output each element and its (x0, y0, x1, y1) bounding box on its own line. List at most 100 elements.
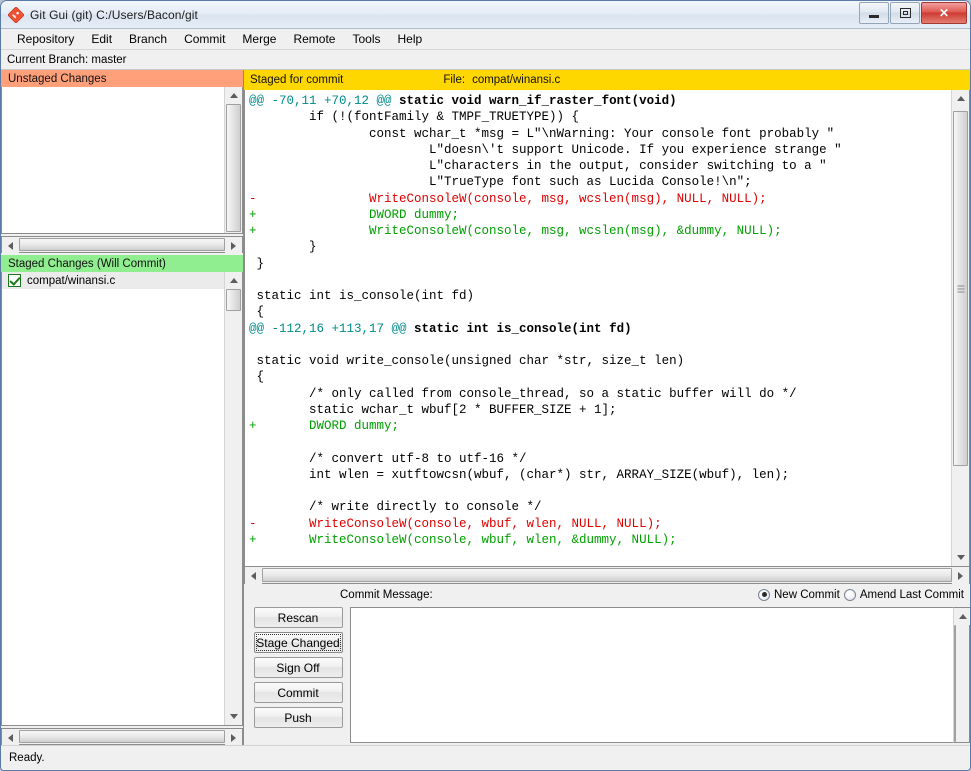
minimize-button[interactable] (859, 2, 889, 24)
commit-message-scrollbar[interactable] (953, 607, 970, 743)
commit-button-column: Rescan Stage Changed Sign Off Commit Pus… (248, 605, 348, 745)
diff-line-ctx: L"characters in the output, consider swi… (249, 159, 827, 173)
staged-scroll-thumb[interactable] (226, 289, 241, 311)
diff-line-ctx: L"doesn\'t support Unicode. If you exper… (249, 142, 842, 157)
unstaged-hscroll-thumb[interactable] (19, 238, 225, 251)
rescan-button[interactable]: Rescan (253, 607, 343, 628)
staged-check-icon[interactable] (8, 274, 21, 287)
diff-line-ctx: const wchar_t *msg = L"\nWarning: Your c… (249, 126, 835, 141)
unstaged-vertical-scrollbar[interactable] (224, 87, 242, 233)
diff-scroll-up-button[interactable] (952, 90, 969, 107)
staged-hscroll-right-button[interactable] (225, 729, 242, 746)
diff-line-ctx: { (249, 370, 265, 385)
diff-hunk-marker: @@ -112,16 +113,17 @@ (249, 321, 407, 336)
chevron-down-icon (956, 555, 965, 560)
commit-options-bar: Commit Message: New Commit Amend Last Co… (244, 584, 970, 605)
diff-horizontal-scrollbar[interactable] (245, 566, 969, 584)
diff-file-name: compat/winansi.c (472, 74, 561, 86)
diff-hscroll-track[interactable] (262, 567, 952, 583)
diff-line-del: - WriteConsoleW(console, wbuf, wlen, NUL… (249, 516, 662, 531)
minimize-icon (869, 14, 879, 18)
sign-off-button[interactable]: Sign Off (253, 657, 343, 678)
staged-file-list[interactable]: compat/winansi.c (2, 272, 224, 725)
diff-line-add: + WriteConsoleW(console, wbuf, wlen, &du… (249, 532, 677, 547)
staged-horizontal-scrollbar[interactable] (1, 728, 243, 746)
chevron-left-icon (8, 733, 13, 742)
diff-file-label: File: (443, 74, 466, 86)
diff-hscroll-thumb[interactable] (262, 568, 952, 582)
commit-button[interactable]: Commit (253, 682, 343, 703)
commit-message-scroll-thumb[interactable] (954, 625, 956, 742)
chevron-up-icon (956, 96, 965, 101)
menu-edit[interactable]: Edit (83, 30, 121, 48)
maximize-icon (899, 8, 911, 18)
staged-hscroll-thumb[interactable] (19, 730, 225, 743)
current-branch-bar: Current Branch: master (1, 50, 970, 70)
diff-line-add: + WriteConsoleW(console, msg, wcslen(msg… (249, 224, 782, 238)
menu-merge[interactable]: Merge (234, 30, 285, 48)
unstaged-scroll-track[interactable] (225, 104, 242, 232)
radio-new-commit[interactable]: New Commit (758, 588, 840, 601)
window-controls: ✕ (858, 2, 967, 24)
diff-hscroll-left-button[interactable] (245, 567, 262, 584)
chevron-up-icon (229, 93, 238, 98)
menu-bar: Repository Edit Branch Commit Merge Remo… (1, 29, 970, 50)
radio-amend-last-commit-icon[interactable] (843, 588, 856, 601)
staged-hscroll-track[interactable] (19, 729, 225, 744)
unstaged-file-list[interactable] (2, 87, 224, 233)
unstaged-hscroll-track[interactable] (19, 237, 225, 252)
radio-amend-last-commit-label: Amend Last Commit (859, 588, 964, 601)
staged-scroll-track[interactable] (225, 289, 242, 708)
diff-line-ctx: static void write_console(unsigned char … (249, 354, 685, 368)
diff-scroll-down-button[interactable] (952, 549, 969, 566)
radio-new-commit-label: New Commit (774, 588, 840, 601)
menu-repository[interactable]: Repository (9, 30, 83, 48)
menu-help[interactable]: Help (389, 30, 431, 48)
list-item[interactable]: compat/winansi.c (2, 272, 224, 289)
maximize-button[interactable] (890, 2, 920, 24)
diff-scroll-track[interactable] (952, 107, 969, 549)
staged-vertical-scrollbar[interactable] (224, 272, 242, 725)
close-icon: ✕ (938, 6, 950, 20)
diff-status-label: Staged for commit (250, 74, 344, 86)
commit-message-scroll-track[interactable] (954, 625, 969, 742)
diff-line-ctx: } (249, 256, 265, 271)
diff-line-ctx: /* write directly to console */ (249, 500, 542, 515)
unstaged-scroll-thumb[interactable] (226, 104, 241, 232)
menu-remote[interactable]: Remote (285, 30, 344, 48)
menu-commit[interactable]: Commit (176, 30, 234, 48)
diff-line-ctx: int wlen = xutftowcsn(wbuf, (char*) str,… (249, 467, 790, 482)
staged-scroll-down-button[interactable] (225, 708, 242, 725)
staged-file-list-container: compat/winansi.c (1, 272, 243, 726)
chevron-right-icon (231, 241, 236, 250)
unstaged-hscroll-left-button[interactable] (2, 237, 19, 254)
main-area: Unstaged Changes Staged Changes (Will Co… (1, 70, 970, 746)
commit-message-input[interactable] (350, 607, 953, 743)
stage-changed-button[interactable]: Stage Changed (253, 632, 343, 653)
diff-hscroll-right-button[interactable] (952, 567, 969, 584)
diff-line-hunk: @@ -70,11 +70,12 @@ static void warn_if_… (249, 93, 951, 109)
radio-amend-last-commit[interactable]: Amend Last Commit (843, 588, 964, 601)
diff-line-ctx: /* only called from console_thread, so a… (249, 386, 797, 401)
push-button[interactable]: Push (253, 707, 343, 728)
menu-branch[interactable]: Branch (121, 30, 176, 48)
git-logo-icon (7, 6, 25, 23)
staged-scroll-up-button[interactable] (225, 272, 242, 289)
diff-line-ctx: static int is_console(int fd) (249, 289, 475, 303)
commit-message-container (350, 607, 970, 743)
staged-changes-header: Staged Changes (Will Commit) (1, 255, 243, 272)
diff-vertical-scrollbar[interactable] (951, 90, 969, 566)
unstaged-horizontal-scrollbar[interactable] (1, 236, 243, 254)
diff-scroll-thumb[interactable] (953, 111, 968, 466)
diff-text-content[interactable]: @@ -70,11 +70,12 @@ static void warn_if_… (245, 90, 951, 566)
chevron-right-icon (231, 733, 236, 742)
commit-message-scroll-up-button[interactable] (954, 608, 970, 625)
menu-tools[interactable]: Tools (344, 30, 389, 48)
unstaged-hscroll-right-button[interactable] (225, 237, 242, 254)
unstaged-scroll-up-button[interactable] (225, 87, 242, 104)
staged-hscroll-left-button[interactable] (2, 729, 19, 746)
chevron-right-icon (958, 571, 963, 580)
close-button[interactable]: ✕ (921, 2, 967, 24)
diff-line-add: + DWORD dummy; (249, 419, 400, 433)
radio-new-commit-icon[interactable] (758, 588, 770, 601)
